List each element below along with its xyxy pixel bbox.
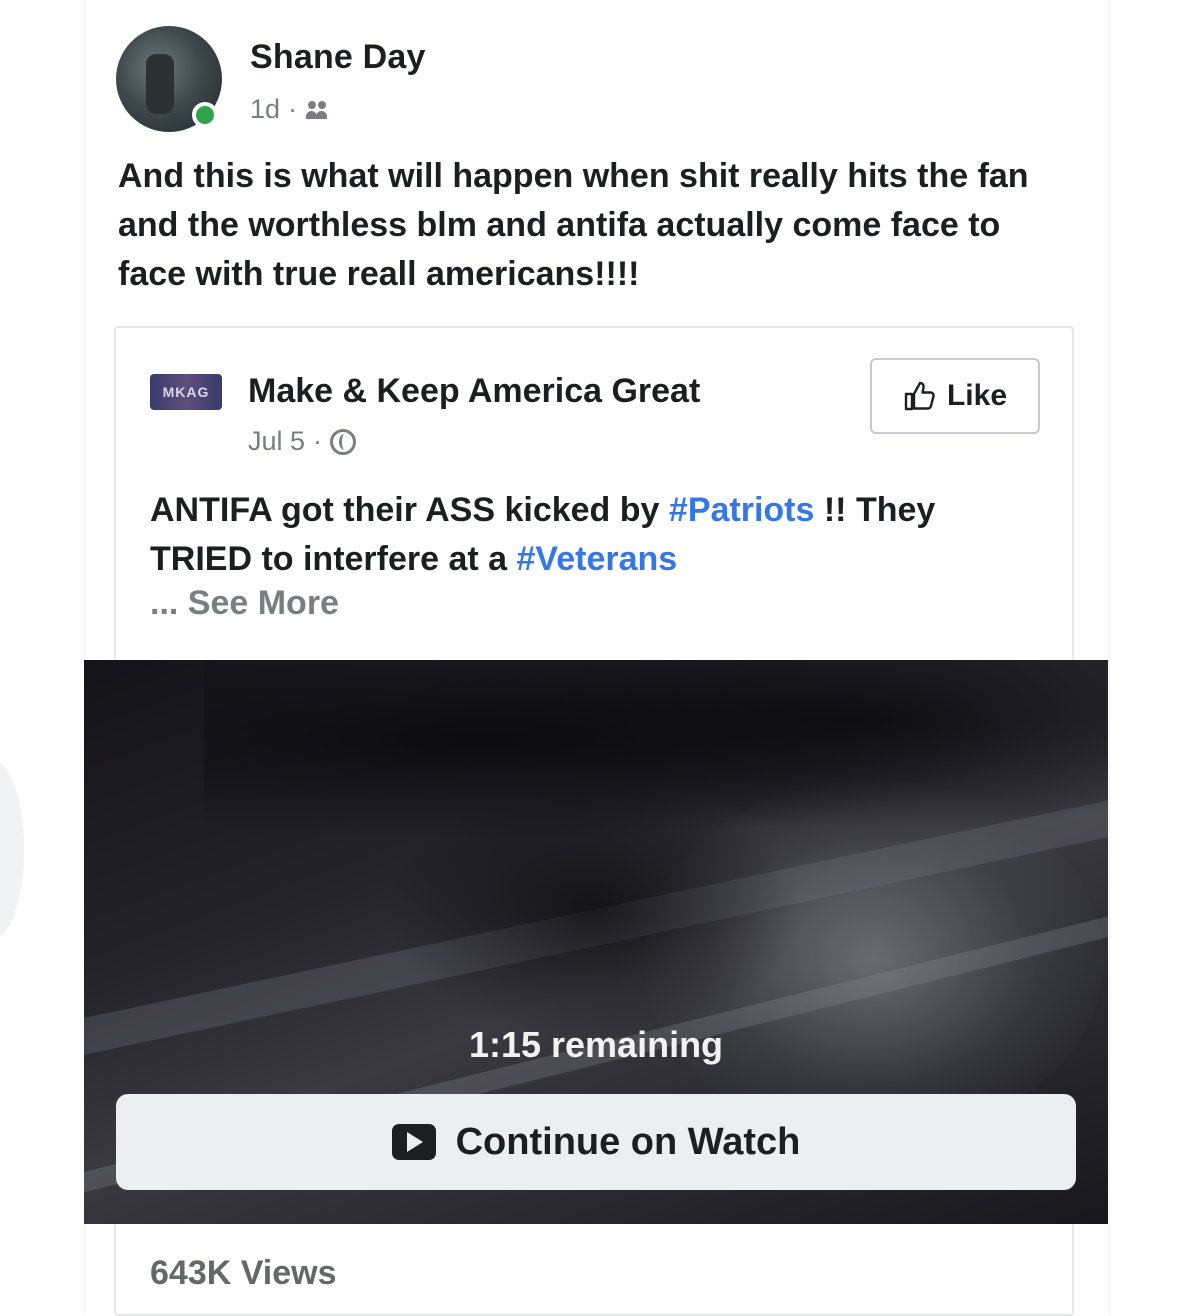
- shared-meta-separator: ·: [313, 426, 323, 456]
- shared-post-date[interactable]: Jul 5: [248, 426, 305, 457]
- video-player[interactable]: 1:15 remaining Continue on Watch: [84, 660, 1108, 1224]
- like-label: Like: [946, 379, 1008, 412]
- online-status-dot: [192, 102, 218, 128]
- video-shadow: [384, 780, 804, 1040]
- see-more-link[interactable]: ... See More: [150, 584, 339, 623]
- watch-play-icon: [391, 1124, 436, 1160]
- post-time[interactable]: 1d: [250, 94, 280, 125]
- globe-icon: [330, 428, 357, 455]
- edge-circle-decoration: [0, 760, 24, 940]
- shared-page-name[interactable]: Make & Keep America Great: [248, 372, 700, 411]
- meta-separator: ·: [288, 94, 298, 124]
- continue-label: Continue on Watch: [455, 1120, 801, 1163]
- facebook-post-screenshot: Shane Day 1d · And this is what will hap…: [0, 0, 1200, 1316]
- hashtag-veterans[interactable]: #Veterans: [517, 540, 678, 578]
- continue-on-watch-button[interactable]: Continue on Watch: [116, 1094, 1076, 1190]
- avatar-figure: [146, 54, 174, 114]
- post-text: And this is what will happen when shit r…: [118, 157, 1029, 293]
- shared-post-meta: Jul 5 ·: [248, 426, 357, 457]
- post-meta: 1d ·: [250, 94, 329, 125]
- author-name[interactable]: Shane Day: [250, 38, 426, 77]
- hashtag-patriots[interactable]: #Patriots: [669, 491, 815, 529]
- video-remaining-time: 1:15 remaining: [468, 1024, 724, 1065]
- page-logo-text: MKAG: [162, 384, 210, 400]
- like-page-button[interactable]: Like: [870, 358, 1040, 434]
- shared-post-text: ANTIFA got their ASS kicked by #Patriots…: [150, 486, 1030, 584]
- friends-icon: [305, 100, 329, 120]
- shared-text-part1: ANTIFA got their ASS kicked by: [150, 491, 669, 529]
- video-views-count: 643K Views: [150, 1254, 337, 1292]
- page-logo[interactable]: MKAG: [150, 374, 222, 410]
- thumbs-up-icon: [904, 381, 935, 411]
